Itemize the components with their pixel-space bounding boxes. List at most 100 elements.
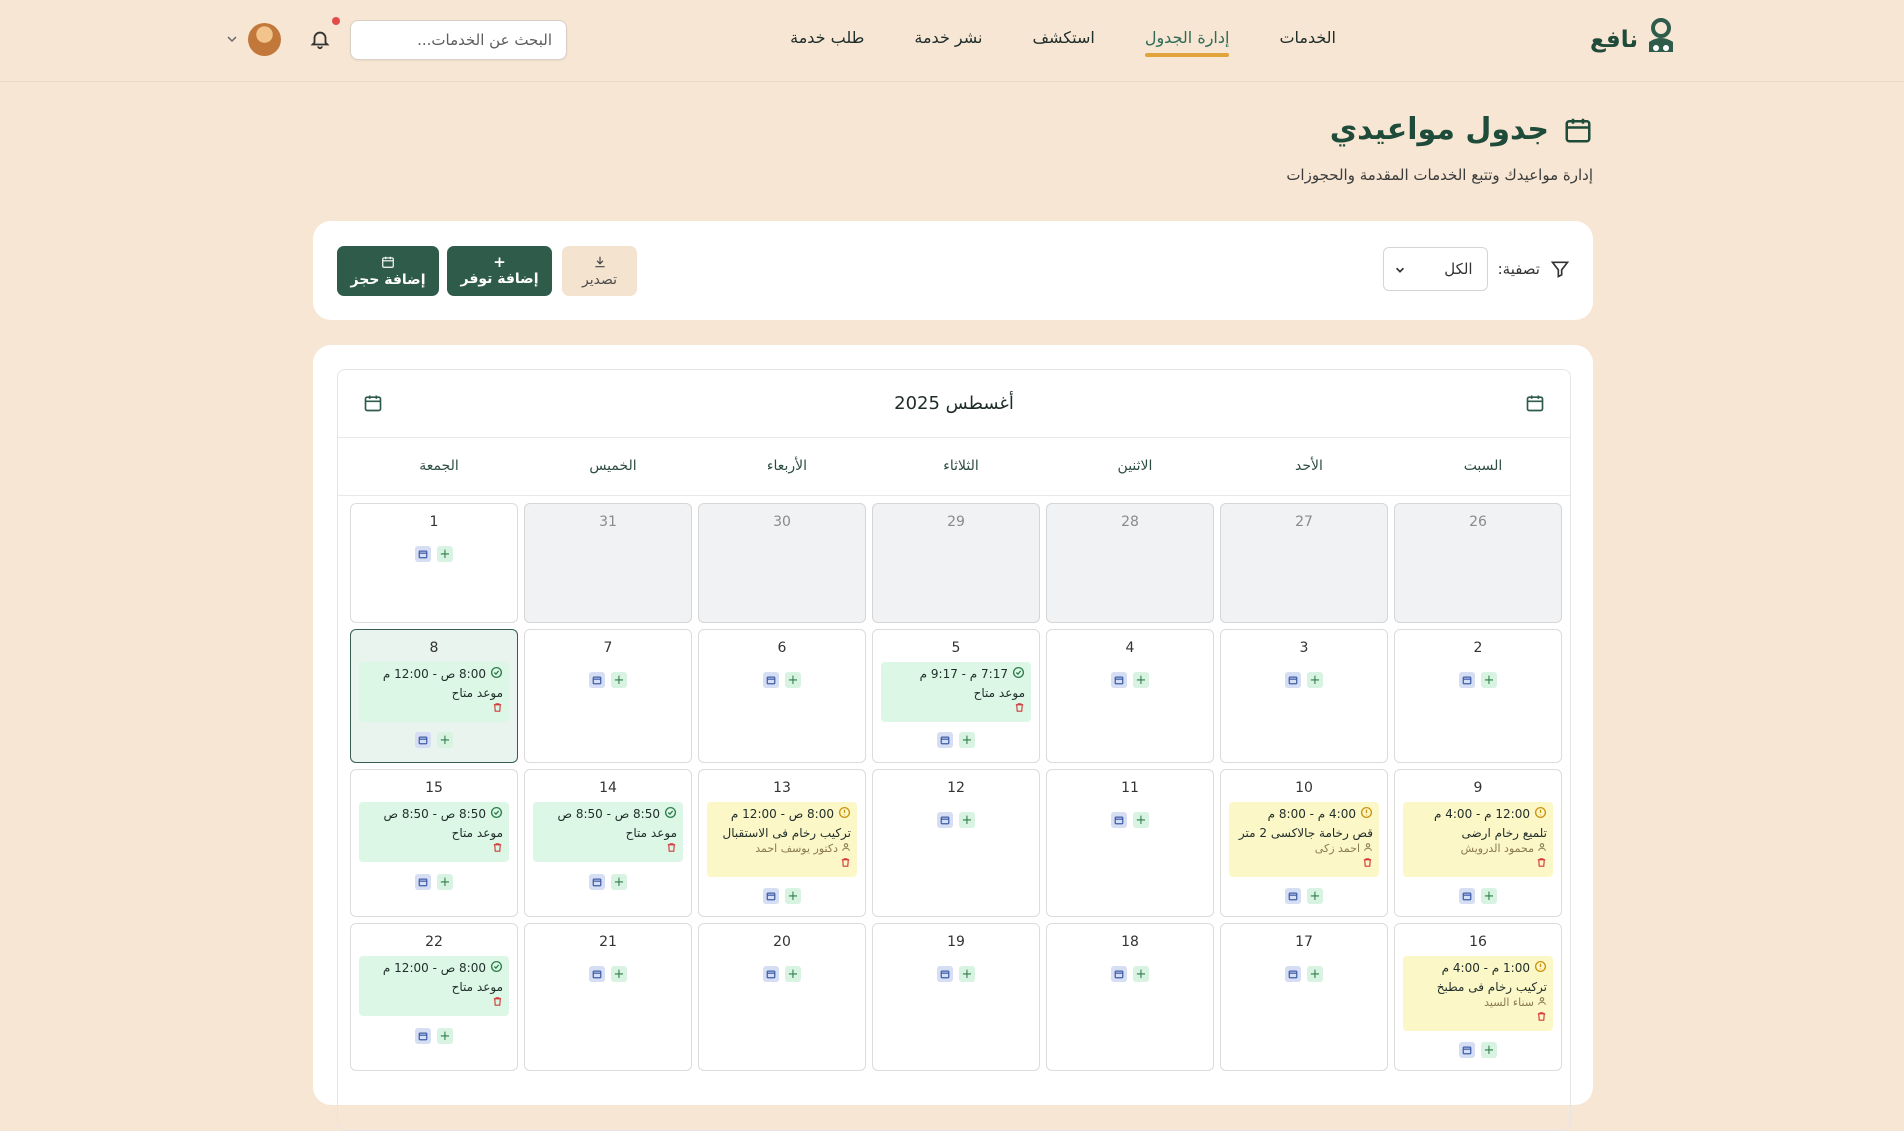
day-cell[interactable]: 14 8:50 ص - 8:50 ص موعد متاح + [524, 769, 692, 917]
delete-event-button[interactable] [1409, 857, 1547, 871]
calendar-icon[interactable] [1459, 1042, 1475, 1058]
event-card[interactable]: 12:00 م - 4:00 م تلميع رخام ارضى محمود الد… [1403, 802, 1553, 877]
add-slot-button[interactable]: + [959, 966, 975, 982]
add-slot-button[interactable]: + [785, 966, 801, 982]
calendar-icon[interactable] [937, 812, 953, 828]
day-cell[interactable]: 19 + [872, 923, 1040, 1071]
day-cell[interactable]: 31 [524, 503, 692, 623]
add-slot-button[interactable]: + [437, 874, 453, 890]
day-cell[interactable]: 9 12:00 م - 4:00 م تلميع رخام ارضى محمود ال… [1394, 769, 1562, 917]
calendar-icon[interactable] [763, 888, 779, 904]
day-cell[interactable]: 4 + [1046, 629, 1214, 763]
day-cell[interactable]: 8 8:00 ص - 12:00 م موعد متاح + [350, 629, 518, 763]
add-slot-button[interactable]: + [959, 812, 975, 828]
calendar-icon[interactable] [589, 874, 605, 890]
event-card[interactable]: 4:00 م - 8:00 م قص رخامة جالاكسى 2 متر احم… [1229, 802, 1379, 877]
day-cell[interactable]: 28 [1046, 503, 1214, 623]
calendar-icon[interactable] [1459, 888, 1475, 904]
calendar-icon[interactable] [763, 966, 779, 982]
day-cell[interactable]: 12 + [872, 769, 1040, 917]
delete-event-button[interactable] [1235, 857, 1373, 871]
add-slot-button[interactable]: + [1133, 966, 1149, 982]
calendar-icon[interactable] [363, 393, 383, 413]
delete-event-button[interactable] [365, 996, 503, 1010]
day-cell[interactable]: 18 + [1046, 923, 1214, 1071]
delete-event-button[interactable] [713, 857, 851, 871]
event-card[interactable]: 8:00 ص - 12:00 م تركيب رخام فى الاستقبال د… [707, 802, 857, 877]
day-cell[interactable]: 6 + [698, 629, 866, 763]
add-slot-button[interactable]: + [1307, 672, 1323, 688]
day-cell[interactable]: 16 1:00 م - 4:00 م تركيب رخام فى مطبخ سناء … [1394, 923, 1562, 1071]
add-slot-button[interactable]: + [437, 1028, 453, 1044]
chevron-down-icon[interactable] [225, 32, 239, 46]
add-booking-button[interactable]: إضافة حجز [337, 246, 439, 296]
delete-event-button[interactable] [1409, 1011, 1547, 1025]
event-card[interactable]: 8:50 ص - 8:50 ص موعد متاح [533, 802, 683, 862]
event-card[interactable]: 8:00 ص - 12:00 م موعد متاح [359, 662, 509, 722]
calendar-icon[interactable] [763, 672, 779, 688]
add-slot-button[interactable]: + [437, 546, 453, 562]
event-card[interactable]: 8:00 ص - 12:00 م موعد متاح [359, 956, 509, 1016]
calendar-icon[interactable] [1285, 672, 1301, 688]
add-slot-button[interactable]: + [1307, 888, 1323, 904]
add-slot-button[interactable]: + [1133, 672, 1149, 688]
calendar-icon[interactable] [589, 966, 605, 982]
calendar-icon[interactable] [1285, 888, 1301, 904]
day-cell[interactable]: 30 [698, 503, 866, 623]
avatar[interactable] [248, 23, 281, 56]
add-slot-button[interactable]: + [959, 732, 975, 748]
day-cell[interactable]: 21 + [524, 923, 692, 1071]
calendar-icon[interactable] [415, 1028, 431, 1044]
calendar-icon[interactable] [415, 732, 431, 748]
delete-event-button[interactable] [365, 842, 503, 856]
add-slot-button[interactable]: + [1481, 1042, 1497, 1058]
day-cell[interactable]: 15 8:50 ص - 8:50 ص موعد متاح + [350, 769, 518, 917]
add-slot-button[interactable]: + [1481, 888, 1497, 904]
calendar-icon[interactable] [1111, 812, 1127, 828]
delete-event-button[interactable] [539, 842, 677, 856]
add-slot-button[interactable]: + [437, 732, 453, 748]
day-cell[interactable]: 2 + [1394, 629, 1562, 763]
nav-explore[interactable]: استكشف [1032, 28, 1094, 55]
day-cell[interactable]: 3 + [1220, 629, 1388, 763]
nav-request-service[interactable]: طلب خدمة [790, 28, 864, 55]
add-slot-button[interactable]: + [785, 888, 801, 904]
filter-select[interactable]: الكل [1382, 247, 1488, 291]
nav-schedule-management[interactable]: إدارة الجدول [1144, 28, 1229, 57]
event-card[interactable]: 1:00 م - 4:00 م تركيب رخام فى مطبخ سناء ال… [1403, 956, 1553, 1031]
add-slot-button[interactable]: + [785, 672, 801, 688]
day-cell[interactable]: 29 [872, 503, 1040, 623]
add-slot-button[interactable]: + [1133, 812, 1149, 828]
calendar-icon[interactable] [937, 732, 953, 748]
add-slot-button[interactable]: + [611, 874, 627, 890]
search-input[interactable] [323, 21, 566, 59]
day-cell[interactable]: 26 [1394, 503, 1562, 623]
add-slot-button[interactable]: + [1307, 966, 1323, 982]
add-availability-button[interactable]: + إضافة توفر [447, 246, 552, 296]
delete-event-button[interactable] [887, 702, 1025, 716]
calendar-icon[interactable] [589, 672, 605, 688]
notification-bell[interactable] [305, 17, 340, 53]
day-cell[interactable]: 17 + [1220, 923, 1388, 1071]
nav-services[interactable]: الخدمات [1279, 28, 1336, 55]
export-button[interactable]: تصدير [562, 246, 637, 296]
day-cell[interactable]: 27 [1220, 503, 1388, 623]
calendar-icon[interactable] [1111, 672, 1127, 688]
day-cell[interactable]: 1 + [350, 503, 518, 623]
calendar-icon[interactable] [937, 966, 953, 982]
brand[interactable]: نافع [1590, 18, 1676, 62]
calendar-icon[interactable] [415, 546, 431, 562]
day-cell[interactable]: 11 + [1046, 769, 1214, 917]
day-cell[interactable]: 20 + [698, 923, 866, 1071]
day-cell[interactable]: 13 8:00 ص - 12:00 م تركيب رخام فى الاستقبا… [698, 769, 866, 917]
delete-event-button[interactable] [365, 702, 503, 716]
calendar-icon[interactable] [1459, 672, 1475, 688]
event-card[interactable]: 7:17 م - 9:17 م موعد متاح [881, 662, 1031, 722]
event-card[interactable]: 8:50 ص - 8:50 ص موعد متاح [359, 802, 509, 862]
day-cell[interactable]: 10 4:00 م - 8:00 م قص رخامة جالاكسى 2 متر ا… [1220, 769, 1388, 917]
add-slot-button[interactable]: + [1481, 672, 1497, 688]
day-cell[interactable]: 5 7:17 م - 9:17 م موعد متاح + [872, 629, 1040, 763]
calendar-icon[interactable] [1111, 966, 1127, 982]
add-slot-button[interactable]: + [611, 966, 627, 982]
day-cell[interactable]: 22 8:00 ص - 12:00 م موعد متاح + [350, 923, 518, 1071]
